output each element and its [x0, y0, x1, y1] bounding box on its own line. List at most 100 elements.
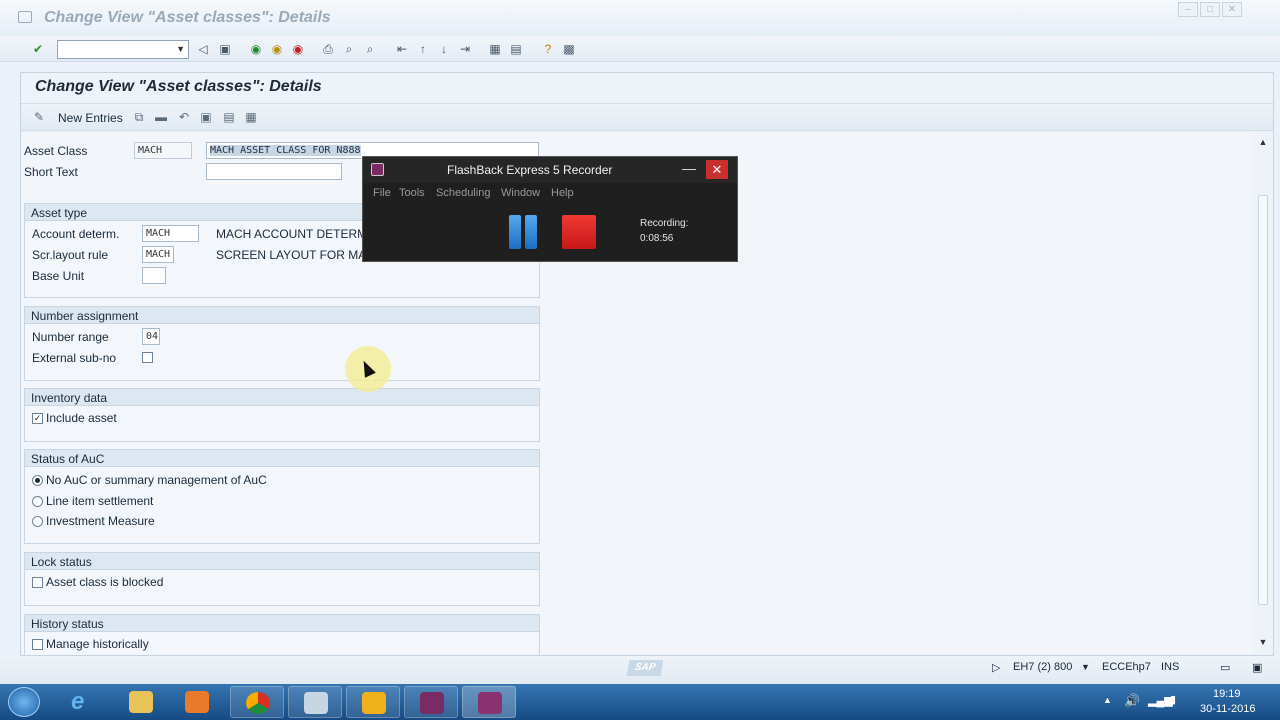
taskbar-internet-explorer[interactable]: e	[56, 686, 110, 718]
taskbar-sap-gui[interactable]	[346, 686, 400, 718]
green-back-icon[interactable]: ◉	[248, 41, 264, 57]
external-subno-checkbox[interactable]	[142, 352, 153, 363]
select-all-icon[interactable]: ▣	[198, 109, 214, 125]
customize-layout-icon[interactable]: ▩	[561, 41, 577, 57]
number-assignment-group: Number assignment Number range 04 Extern…	[24, 306, 540, 381]
clock-time[interactable]: 19:19	[1213, 688, 1241, 700]
back-arrow-icon[interactable]: ◁	[195, 41, 211, 57]
new-entries-icon[interactable]: ✎	[31, 109, 47, 125]
window-title: Change View "Asset classes": Details	[44, 9, 331, 26]
volume-icon[interactable]: 🔊	[1124, 693, 1140, 709]
tray-show-hidden-icon[interactable]: ▲	[1103, 695, 1112, 705]
undo-change-icon[interactable]: ↶	[176, 109, 192, 125]
scr-layout-description: SCREEN LAYOUT FOR MACH	[216, 248, 384, 262]
windows-start-button[interactable]	[8, 687, 40, 717]
status-options-icon[interactable]: ▭	[1220, 661, 1230, 674]
recorder-menu-tools[interactable]: Tools	[399, 187, 425, 199]
short-text-label: Short Text	[24, 165, 78, 179]
short-text-field[interactable]	[206, 163, 342, 180]
scrollbar-thumb[interactable]	[1258, 195, 1268, 605]
folder-icon	[129, 691, 153, 713]
number-range-label: Number range	[32, 330, 109, 344]
vertical-scrollbar[interactable]: ▲ ▼	[1255, 135, 1271, 653]
power-icon[interactable]: ▮	[1170, 693, 1176, 706]
taskbar-media-player[interactable]	[170, 686, 224, 718]
taskbar-sap-logon[interactable]	[288, 686, 342, 718]
exit-icon[interactable]: ◉	[269, 41, 285, 57]
prev-page-icon[interactable]: ↑	[415, 41, 431, 57]
page-title: Change View "Asset classes": Details	[35, 78, 322, 95]
recorder-menu-file[interactable]: File	[373, 187, 391, 199]
copy-as-icon[interactable]: ⧉	[131, 109, 147, 125]
scr-layout-field[interactable]: MACH	[142, 246, 174, 263]
asset-class-blocked-checkbox[interactable]	[32, 577, 43, 588]
system-dropdown-icon[interactable]: ▼	[1081, 662, 1090, 672]
system-info: EH7 (2) 800	[1013, 661, 1073, 673]
command-field[interactable]: ▼	[57, 40, 189, 59]
recorder-minimize-button[interactable]: —	[681, 160, 697, 176]
enter-icon[interactable]: ✔	[30, 41, 46, 57]
base-unit-field[interactable]	[142, 267, 166, 284]
close-button[interactable]: ✕	[1222, 2, 1242, 17]
new-entries-button[interactable]: New Entries	[58, 111, 123, 125]
flashback-player-icon	[478, 692, 502, 714]
manage-historically-label: Manage historically	[46, 637, 149, 651]
chevron-down-icon[interactable]: ▼	[176, 44, 185, 54]
media-player-icon	[185, 691, 209, 713]
status-layout-icon[interactable]: ▣	[1252, 661, 1262, 674]
find-next-icon[interactable]: ⌕	[362, 41, 378, 57]
print-icon[interactable]: ⎙	[320, 41, 336, 57]
clock-date[interactable]: 30-11-2016	[1200, 703, 1255, 715]
play-icon[interactable]: ▷	[992, 661, 1000, 674]
standard-toolbar: ✔ ▼ ◁ ▣ ◉ ◉ ◉ ⎙ ⌕ ⌕ ⇤ ↑ ↓ ⇥ ▦ ▤ ? ▩	[0, 36, 1280, 62]
save-icon[interactable]: ▣	[217, 41, 233, 57]
inventory-data-title: Inventory data	[25, 389, 539, 406]
recorder-menu-window[interactable]: Window	[501, 187, 540, 199]
manage-historically-checkbox[interactable]	[32, 639, 43, 650]
history-status-title: History status	[25, 615, 539, 632]
pause-button[interactable]	[509, 215, 539, 249]
base-unit-label: Base Unit	[32, 269, 85, 283]
asset-class-field[interactable]: MACH	[134, 142, 192, 159]
taskbar-flashback-recorder[interactable]	[404, 686, 458, 718]
stop-button[interactable]	[562, 215, 596, 249]
no-auc-label: No AuC or summary management of AuC	[46, 473, 267, 487]
scroll-up-icon[interactable]: ▲	[1257, 137, 1269, 149]
help-icon[interactable]: ?	[540, 41, 556, 57]
recorder-app-icon	[371, 163, 384, 176]
maximize-button[interactable]: □	[1200, 2, 1220, 17]
create-session-icon[interactable]: ▦	[487, 41, 503, 57]
recorder-close-button[interactable]: ✕	[706, 160, 728, 179]
find-icon[interactable]: ⌕	[341, 41, 357, 57]
line-item-settlement-radio[interactable]	[32, 496, 43, 507]
sap-window-icon	[18, 11, 32, 23]
select-block-icon[interactable]: ▤	[221, 109, 237, 125]
recording-label: Recording:	[640, 218, 689, 229]
network-signal-icon[interactable]: ▂▄▆	[1148, 694, 1173, 707]
sap-logo: SAP	[626, 660, 664, 676]
minimize-button[interactable]: –	[1178, 2, 1198, 17]
next-page-icon[interactable]: ↓	[436, 41, 452, 57]
inventory-data-group: Inventory data ✓ Include asset	[24, 388, 540, 442]
account-determ-field[interactable]: MACH	[142, 225, 199, 242]
scroll-down-icon[interactable]: ▼	[1257, 637, 1269, 649]
number-assignment-title: Number assignment	[25, 307, 539, 324]
status-auc-group: Status of AuC No AuC or summary manageme…	[24, 449, 540, 544]
include-asset-checkbox[interactable]: ✓	[32, 413, 43, 424]
shortcut-icon[interactable]: ▤	[508, 41, 524, 57]
delete-icon[interactable]: ▬	[153, 109, 169, 125]
no-auc-radio[interactable]	[32, 475, 43, 486]
taskbar-flashback-player[interactable]	[462, 686, 516, 718]
recorder-menu-help[interactable]: Help	[551, 187, 574, 199]
number-range-field[interactable]: 04	[142, 328, 160, 345]
taskbar-chrome[interactable]	[230, 686, 284, 718]
taskbar-file-explorer[interactable]	[114, 686, 168, 718]
include-asset-label: Include asset	[46, 411, 117, 425]
investment-measure-radio[interactable]	[32, 516, 43, 527]
recorder-titlebar: FlashBack Express 5 Recorder — ✕	[363, 157, 737, 183]
last-page-icon[interactable]: ⇥	[457, 41, 473, 57]
first-page-icon[interactable]: ⇤	[394, 41, 410, 57]
cancel-icon[interactable]: ◉	[290, 41, 306, 57]
recorder-menu-scheduling[interactable]: Scheduling	[436, 187, 490, 199]
deselect-all-icon[interactable]: ▦	[243, 109, 259, 125]
